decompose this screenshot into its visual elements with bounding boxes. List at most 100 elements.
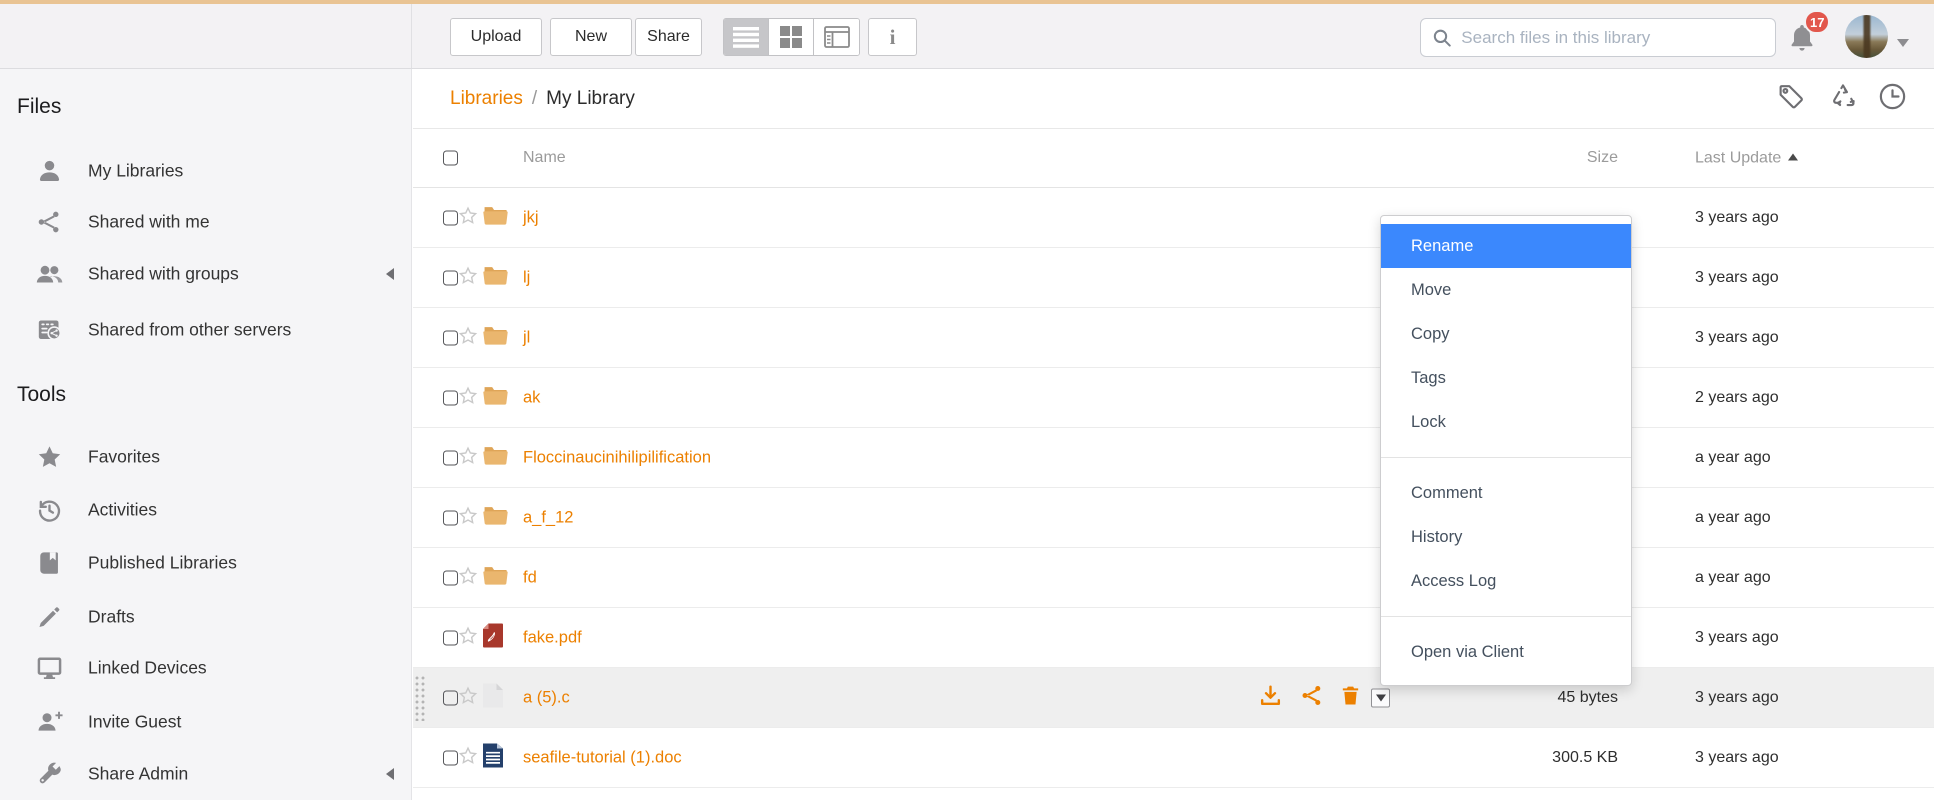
search-input[interactable] xyxy=(1461,28,1763,48)
menu-item-rename[interactable]: Rename xyxy=(1381,224,1631,268)
sidebar-item-linked-devices[interactable]: Linked Devices xyxy=(0,650,411,686)
file-name-link[interactable]: a (5).c xyxy=(523,688,570,707)
folder-icon xyxy=(483,385,508,411)
sidebar-item-label: Published Libraries xyxy=(88,553,237,574)
sidebar-item-label: Favorites xyxy=(88,447,160,468)
column-header-last-update-label: Last Update xyxy=(1695,150,1781,167)
column-header-last-update[interactable]: Last Update xyxy=(1695,149,1798,168)
chevron-down-icon xyxy=(1376,695,1386,707)
folder-icon xyxy=(483,445,508,471)
breadcrumb-row: Libraries/My Library xyxy=(413,69,1934,129)
table-row[interactable]: fd a year ago xyxy=(413,548,1934,608)
delete-icon[interactable] xyxy=(1339,683,1362,712)
new-button[interactable]: New xyxy=(550,18,632,56)
row-checkbox[interactable] xyxy=(443,270,458,285)
recycle-icon[interactable] xyxy=(1828,81,1858,116)
row-checkbox[interactable] xyxy=(443,690,458,705)
file-name-link[interactable]: Floccinaucinihilipilification xyxy=(523,448,711,467)
row-checkbox[interactable] xyxy=(443,510,458,525)
file-name-link[interactable]: seafile-tutorial (1).doc xyxy=(523,748,682,767)
grid-view-icon[interactable] xyxy=(769,19,814,55)
more-actions-dropdown-toggle[interactable] xyxy=(1371,688,1390,707)
table-row[interactable]: jl 3 years ago xyxy=(413,308,1934,368)
menu-item-access-log[interactable]: Access Log xyxy=(1381,559,1631,603)
table-row[interactable]: ak 2 years ago xyxy=(413,368,1934,428)
file-name-link[interactable]: jkj xyxy=(523,208,539,227)
clock-icon[interactable] xyxy=(1877,81,1908,117)
menu-item-move[interactable]: Move xyxy=(1381,268,1631,312)
table-row[interactable]: a_f_12 a year ago xyxy=(413,488,1934,548)
breadcrumb-libraries-link[interactable]: Libraries xyxy=(450,88,523,109)
star-outline-icon[interactable] xyxy=(458,385,478,410)
doc-file-icon xyxy=(483,743,503,773)
row-checkbox[interactable] xyxy=(443,750,458,765)
row-checkbox[interactable] xyxy=(443,210,458,225)
menu-item-copy[interactable]: Copy xyxy=(1381,312,1631,356)
share-button[interactable]: Share xyxy=(635,18,702,56)
collapse-left-arrow-icon[interactable] xyxy=(380,768,394,780)
menu-item-tags[interactable]: Tags xyxy=(1381,356,1631,400)
sidebar-item-activities[interactable]: Activities xyxy=(0,492,411,528)
table-row[interactable]: seafile-tutorial (1).doc 300.5 KB 3 year… xyxy=(413,728,1934,788)
sidebar-heading-files: Files xyxy=(17,95,61,119)
star-outline-icon[interactable] xyxy=(458,625,478,650)
detail-view-glyph xyxy=(824,26,850,48)
sidebar-item-label: Shared with groups xyxy=(88,264,239,285)
sidebar-item-favorites[interactable]: Favorites xyxy=(0,439,411,475)
table-row[interactable]: Floccinaucinihilipilification a year ago xyxy=(413,428,1934,488)
row-checkbox[interactable] xyxy=(443,330,458,345)
file-name-link[interactable]: fd xyxy=(523,568,537,587)
table-row[interactable]: jkj 3 years ago xyxy=(413,188,1934,248)
file-name-link[interactable]: a_f_12 xyxy=(523,508,573,527)
pdf-file-icon xyxy=(483,623,503,653)
menu-item-history[interactable]: History xyxy=(1381,515,1631,559)
sidebar-item-shared-from-other-servers[interactable]: Shared from other servers xyxy=(0,312,411,348)
file-list: jkj 3 years ago lj 3 years ago jl 3 year… xyxy=(413,188,1934,788)
menu-item-open-via-client[interactable]: Open via Client xyxy=(1381,630,1631,674)
star-outline-icon[interactable] xyxy=(458,205,478,230)
upload-button[interactable]: Upload xyxy=(450,18,542,56)
sidebar-item-share-admin[interactable]: Share Admin xyxy=(0,756,411,792)
sidebar-item-shared-with-me[interactable]: Shared with me xyxy=(0,204,411,240)
app-header: Upload New Share i xyxy=(0,4,1934,69)
menu-item-lock[interactable]: Lock xyxy=(1381,400,1631,444)
sidebar-item-published-libraries[interactable]: Published Libraries xyxy=(0,545,411,581)
detail-view-icon[interactable] xyxy=(814,19,859,55)
row-checkbox[interactable] xyxy=(443,570,458,585)
star-outline-icon[interactable] xyxy=(458,685,478,710)
sidebar-item-label: Shared with me xyxy=(88,212,210,233)
tag-icon[interactable] xyxy=(1776,81,1806,116)
star-outline-icon[interactable] xyxy=(458,565,478,590)
star-outline-icon[interactable] xyxy=(458,745,478,770)
select-all-checkbox[interactable] xyxy=(443,151,458,166)
list-view-icon[interactable] xyxy=(724,19,769,55)
row-checkbox[interactable] xyxy=(443,450,458,465)
file-name-link[interactable]: jl xyxy=(523,328,530,347)
sidebar-item-shared-with-groups[interactable]: Shared with groups xyxy=(0,256,411,292)
share-icon[interactable] xyxy=(1300,683,1324,712)
file-name-link[interactable]: lj xyxy=(523,268,530,287)
sidebar-item-invite-guest[interactable]: Invite Guest xyxy=(0,704,411,740)
star-outline-icon[interactable] xyxy=(458,265,478,290)
file-name-link[interactable]: fake.pdf xyxy=(523,628,582,647)
account-menu-caret-icon[interactable] xyxy=(1897,39,1909,53)
row-checkbox[interactable] xyxy=(443,390,458,405)
table-row[interactable]: lj 3 years ago xyxy=(413,248,1934,308)
table-row[interactable]: fake.pdf 3 years ago xyxy=(413,608,1934,668)
avatar[interactable] xyxy=(1845,15,1888,58)
star-outline-icon[interactable] xyxy=(458,325,478,350)
sidebar-item-my-libraries[interactable]: My Libraries xyxy=(0,153,411,189)
download-icon[interactable] xyxy=(1258,683,1283,713)
table-row-hovered[interactable]: a (5).c 45 bytes 3 years ago xyxy=(413,668,1934,728)
drag-handle[interactable] xyxy=(414,675,427,721)
row-checkbox[interactable] xyxy=(443,630,458,645)
star-outline-icon[interactable] xyxy=(458,505,478,530)
collapse-left-arrow-icon[interactable] xyxy=(380,268,394,280)
info-button[interactable]: i xyxy=(868,18,917,56)
app-logo[interactable] xyxy=(25,11,99,53)
sidebar-item-drafts[interactable]: Drafts xyxy=(0,599,411,635)
star-outline-icon[interactable] xyxy=(458,445,478,470)
list-view-glyph xyxy=(733,26,759,48)
file-name-link[interactable]: ak xyxy=(523,388,540,407)
menu-item-comment[interactable]: Comment xyxy=(1381,471,1631,515)
